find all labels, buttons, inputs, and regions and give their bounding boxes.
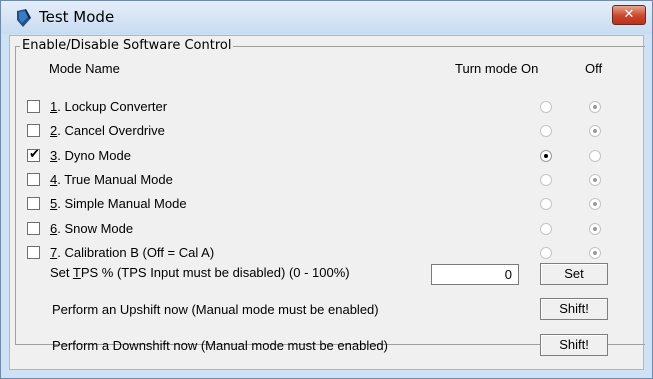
mode-checkbox[interactable] xyxy=(27,172,40,186)
upshift-label: Perform an Upshift now (Manual mode must… xyxy=(52,302,379,317)
mode-label[interactable]: 1. Lockup Converter xyxy=(50,99,167,114)
turn-on-radio[interactable] xyxy=(540,101,552,113)
downshift-label: Perform a Downshift now (Manual mode mus… xyxy=(52,338,388,353)
close-button[interactable]: ✕ xyxy=(612,5,646,25)
turn-off-radio[interactable] xyxy=(589,222,601,235)
mode-label[interactable]: 6. Snow Mode xyxy=(50,221,133,236)
turn-on-radio[interactable] xyxy=(540,173,552,186)
turn-on-radio[interactable] xyxy=(540,222,552,235)
mode-checkbox[interactable] xyxy=(27,100,40,113)
set-tps-button[interactable]: Set xyxy=(540,263,608,285)
turn-off-radio[interactable] xyxy=(589,149,601,162)
tps-input[interactable]: 0 xyxy=(431,264,519,285)
mode-name-header: Mode Name xyxy=(49,61,120,76)
mode-checkbox[interactable] xyxy=(27,124,40,138)
app-icon xyxy=(17,9,31,27)
title-bar[interactable]: Test Mode ✕ xyxy=(1,1,652,34)
turn-on-radio[interactable] xyxy=(540,149,552,162)
group-title: Enable/Disable Software Control xyxy=(20,38,234,53)
upshift-button[interactable]: Shift! xyxy=(540,298,608,320)
mode-label[interactable]: 5. Simple Manual Mode xyxy=(50,196,187,211)
tps-label: Set TPS % (TPS Input must be disabled) (… xyxy=(50,265,350,280)
checkmark-icon: ✔ xyxy=(29,146,40,162)
mode-label[interactable]: 2. Cancel Overdrive xyxy=(50,123,165,138)
turn-off-radio[interactable] xyxy=(589,173,601,186)
off-header: Off xyxy=(585,61,603,76)
test-mode-window: Test Mode ✕ Enable/Disable Software Cont… xyxy=(0,0,653,379)
mode-checkbox[interactable] xyxy=(27,221,40,235)
turn-on-radio[interactable] xyxy=(540,246,552,259)
mode-checkbox[interactable]: ✔ xyxy=(27,146,40,162)
mode-label[interactable]: 4. True Manual Mode xyxy=(50,172,173,187)
mode-checkbox[interactable] xyxy=(27,197,40,211)
mode-checkbox[interactable] xyxy=(27,245,40,259)
window-title: Test Mode xyxy=(39,8,115,26)
downshift-button[interactable]: Shift! xyxy=(540,334,608,356)
turn-off-radio[interactable] xyxy=(589,101,601,113)
close-icon: ✕ xyxy=(623,7,635,22)
turn-on-header: Turn mode On xyxy=(455,61,539,76)
mode-label[interactable]: 3. Dyno Mode xyxy=(50,148,131,163)
turn-off-radio[interactable] xyxy=(589,246,601,259)
mode-label[interactable]: 7. Calibration B (Off = Cal A) xyxy=(50,245,214,260)
